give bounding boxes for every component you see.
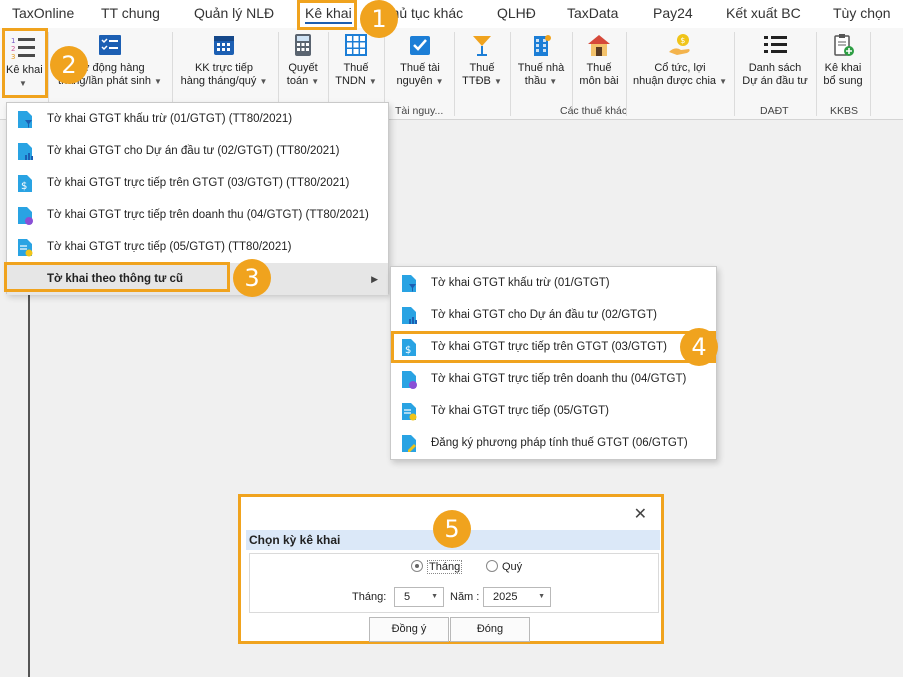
tab-qlhd[interactable]: QLHĐ xyxy=(497,5,536,21)
document-chart-icon xyxy=(402,307,417,324)
tab-quan-ly-nld[interactable]: Quản lý NLĐ xyxy=(194,5,274,21)
chevron-down-icon: ▼ xyxy=(259,77,268,86)
coin-hand-icon: $ xyxy=(669,34,690,55)
checkbox-icon xyxy=(410,36,430,55)
month-select[interactable]: 5 ▼ xyxy=(394,587,444,607)
radio-unselected-icon xyxy=(486,560,498,572)
thong-tu-cu-submenu: Tờ khai GTGT khấu trừ (01/GTGT) Tờ khai … xyxy=(390,266,717,460)
document-pie-icon xyxy=(402,371,417,389)
document-lines-icon xyxy=(402,403,417,421)
chevron-down-icon: ▼ xyxy=(719,77,728,86)
svg-text:$: $ xyxy=(680,36,685,45)
calendar-icon xyxy=(214,36,234,55)
year-select[interactable]: 2025 ▼ xyxy=(483,587,551,607)
dialog-body: Tháng Quý Tháng: 5 ▼ Năm : 2025 ▼ xyxy=(249,553,659,613)
document-pie-icon xyxy=(18,207,33,225)
tab-tuy-chon[interactable]: Tùy chọn xyxy=(833,5,891,21)
house-icon xyxy=(588,35,610,56)
menu-item-05-gtgt[interactable]: Tờ khai GTGT trực tiếp (05/GTGT) (TT80/2… xyxy=(7,231,388,263)
group-label-kkbs: KKBS xyxy=(830,105,859,117)
step-1-badge: 1 xyxy=(360,0,398,38)
submenu-item-01-gtgt[interactable]: Tờ khai GTGT khấu trừ (01/GTGT) xyxy=(391,267,716,299)
thue-ttdb-button[interactable]: Thuế TTĐB ▼ xyxy=(460,32,504,88)
radio-quy[interactable]: Quý xyxy=(486,560,522,574)
submenu-item-05-gtgt[interactable]: Tờ khai GTGT trực tiếp (05/GTGT) xyxy=(391,395,716,427)
document-lines-icon xyxy=(18,239,33,257)
document-dollar-icon: $ xyxy=(402,339,416,356)
quyet-toan-button[interactable]: Quyết toán ▼ xyxy=(284,32,322,88)
radio-selected-icon xyxy=(411,560,423,572)
group-label-tai-nguyen: Tài nguy... xyxy=(395,105,444,117)
tab-pay24[interactable]: Pay24 xyxy=(653,5,693,21)
bullet-list-icon xyxy=(764,36,787,53)
tab-ket-xuat-bc[interactable]: Kết xuất BC xyxy=(726,5,801,21)
tab-taxdata[interactable]: TaxData xyxy=(567,5,618,21)
submenu-item-06-gtgt[interactable]: Đăng ký phương pháp tính thuế GTGT (06/G… xyxy=(391,427,716,459)
chevron-down-icon: ▼ xyxy=(493,77,502,86)
thue-tai-nguyen-button[interactable]: Thuế tài nguyên ▼ xyxy=(392,32,448,88)
menu-item-01-gtgt[interactable]: Tờ khai GTGT khấu trừ (01/GTGT) (TT80/20… xyxy=(7,103,388,135)
menu-item-02-gtgt[interactable]: Tờ khai GTGT cho Dự án đầu tư (02/GTGT) … xyxy=(7,135,388,167)
radio-thang[interactable]: Tháng xyxy=(411,560,463,574)
dong-button[interactable]: Đóng xyxy=(450,617,530,642)
tab-taxonline[interactable]: TaxOnline xyxy=(12,5,74,21)
chevron-down-icon: ▼ xyxy=(549,77,558,86)
step-4-badge: 4 xyxy=(680,328,718,366)
submenu-item-04-gtgt[interactable]: Tờ khai GTGT trực tiếp trên doanh thu (0… xyxy=(391,363,716,395)
menu-bar: TaxOnline TT chung Quản lý NLĐ Kê khai T… xyxy=(0,0,903,28)
chevron-down-icon: ▼ xyxy=(154,77,162,86)
thue-nha-thau-button[interactable]: Thuế nhà thầu ▼ xyxy=(516,32,566,88)
month-label: Tháng: xyxy=(352,591,387,603)
step-2-badge: 2 xyxy=(50,46,88,84)
kk-truc-tiep-button[interactable]: KK trực tiếp hàng tháng/quý ▼ xyxy=(178,32,270,88)
chevron-right-icon: ▶ xyxy=(371,274,378,284)
tab-tt-chung[interactable]: TT chung xyxy=(101,5,160,21)
year-label: Năm : xyxy=(450,591,480,603)
danh-sach-du-an-button[interactable]: Danh sách Dự án đầu tư xyxy=(740,32,810,88)
group-label-dadt: DAĐT xyxy=(760,105,789,117)
document-dollar-icon: $ xyxy=(18,175,32,192)
thue-mon-bai-button[interactable]: Thuế môn bài xyxy=(578,32,620,88)
document-chart-icon xyxy=(18,143,33,160)
menu-item-03-gtgt[interactable]: $ Tờ khai GTGT trực tiếp trên GTGT (03/G… xyxy=(7,167,388,199)
chevron-down-icon: ▼ xyxy=(368,77,377,86)
cocktail-glass-icon xyxy=(473,36,491,56)
document-edit-icon xyxy=(402,435,416,452)
thue-tndn-button[interactable]: Thuế TNDN ▼ xyxy=(334,32,378,88)
chevron-down-icon: ▼ xyxy=(538,593,545,600)
ke-khai-bo-sung-button[interactable]: Kê khai bổ sung xyxy=(820,32,866,88)
grid-table-icon xyxy=(345,34,367,56)
chevron-down-icon: ▼ xyxy=(311,77,320,86)
chevron-down-icon: ▼ xyxy=(435,77,444,86)
svg-text:$: $ xyxy=(21,181,27,192)
calculator-icon xyxy=(295,34,311,56)
clipboard-add-icon xyxy=(834,34,854,56)
co-tuc-loi-nhuan-button[interactable]: $ Cổ tức, lợi nhuận được chia ▼ xyxy=(632,32,728,88)
checklist-icon xyxy=(99,35,121,55)
document-filter-icon xyxy=(402,275,416,292)
office-building-icon xyxy=(534,35,551,56)
document-filter-icon xyxy=(18,111,32,128)
highlight-ke-khai-button xyxy=(2,28,48,98)
step-3-badge: 3 xyxy=(233,259,271,297)
highlight-thong-tu-cu xyxy=(4,262,230,292)
menu-item-04-gtgt[interactable]: Tờ khai GTGT trực tiếp trên doanh thu (0… xyxy=(7,199,388,231)
submenu-item-03-gtgt[interactable]: $ Tờ khai GTGT trực tiếp trên GTGT (03/G… xyxy=(391,331,716,363)
highlight-tab-ke-khai xyxy=(297,0,357,30)
close-icon[interactable]: ✕ xyxy=(634,504,647,524)
chevron-down-icon: ▼ xyxy=(431,593,438,600)
group-label-cac-thue-khac: Các thuế khác xyxy=(560,105,628,117)
dong-y-button[interactable]: Đồng ý xyxy=(369,617,449,642)
submenu-item-02-gtgt[interactable]: Tờ khai GTGT cho Dự án đầu tư (02/GTGT) xyxy=(391,299,716,331)
svg-text:$: $ xyxy=(405,345,411,356)
step-5-badge: 5 xyxy=(433,510,471,548)
